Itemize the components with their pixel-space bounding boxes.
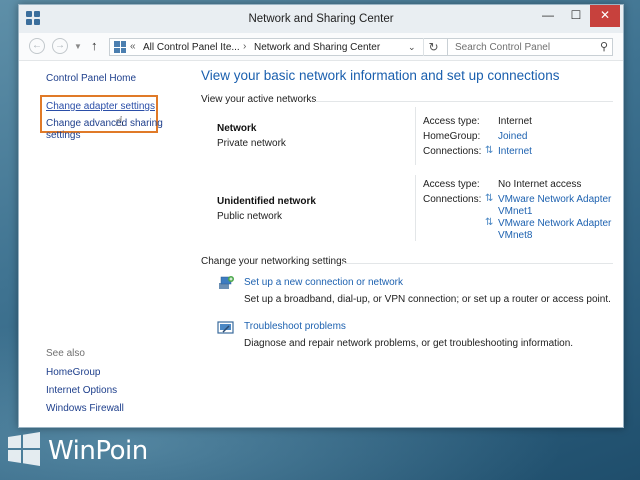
windows-logo-icon bbox=[8, 432, 40, 466]
page-title: View your basic network information and … bbox=[201, 68, 560, 83]
window-title: Network and Sharing Center bbox=[248, 13, 394, 25]
sidebar: Control Panel Home Change adapter settin… bbox=[19, 61, 187, 427]
active-networks-heading: View your active networks bbox=[201, 94, 317, 105]
connections-label: Connections: bbox=[423, 146, 482, 157]
ethernet-icon: ⇅ bbox=[485, 145, 494, 156]
connection-internet-link[interactable]: Internet bbox=[498, 146, 532, 157]
troubleshoot-problems-link[interactable]: Troubleshoot problems bbox=[244, 321, 346, 332]
breadcrumb-network-sharing[interactable]: Network and Sharing Center bbox=[254, 42, 380, 53]
task-description: Set up a broadband, dial-up, or VPN conn… bbox=[244, 294, 611, 305]
watermark-text: WinPoin bbox=[48, 436, 148, 466]
connections-label: Connections: bbox=[423, 194, 482, 205]
breadcrumb-all-control-panel[interactable]: All Control Panel Ite... bbox=[143, 42, 240, 53]
access-type-value: No Internet access bbox=[498, 179, 582, 190]
ethernet-icon: ⇅ bbox=[485, 217, 494, 228]
see-also-windows-firewall[interactable]: Windows Firewall bbox=[46, 403, 124, 414]
see-also-label: See also bbox=[46, 348, 85, 359]
refresh-icon[interactable]: ↻ bbox=[423, 38, 443, 56]
maximize-button[interactable]: ☐ bbox=[562, 5, 590, 27]
close-button[interactable]: ✕ bbox=[590, 5, 620, 27]
access-type-value: Internet bbox=[498, 116, 532, 127]
forward-arrow-icon[interactable]: → bbox=[52, 38, 68, 54]
new-connection-icon bbox=[219, 276, 234, 289]
sidebar-change-advanced-sharing[interactable]: Change advanced sharing settings bbox=[46, 118, 166, 142]
sidebar-control-panel-home[interactable]: Control Panel Home bbox=[46, 73, 136, 84]
address-bar[interactable]: « All Control Panel Ite... › Network and… bbox=[109, 38, 457, 56]
network-name: Network bbox=[217, 123, 257, 134]
connection-vmnet1-link[interactable]: VMware Network Adapter VMnet1 bbox=[498, 194, 618, 218]
divider bbox=[415, 107, 416, 165]
network-sharing-window: Network and Sharing Center — ☐ ✕ ← → ▼ ↑… bbox=[18, 4, 624, 428]
divider bbox=[343, 263, 613, 264]
search-icon[interactable]: ⚲ bbox=[600, 40, 608, 53]
change-settings-heading: Change your networking settings bbox=[201, 256, 347, 267]
title-bar[interactable]: Network and Sharing Center — ☐ ✕ bbox=[19, 5, 623, 33]
access-type-label: Access type: bbox=[423, 179, 480, 190]
winpoin-watermark: WinPoin bbox=[6, 430, 156, 470]
troubleshoot-icon bbox=[217, 321, 234, 334]
sidebar-change-adapter-settings[interactable]: Change adapter settings bbox=[46, 101, 155, 112]
network-type: Private network bbox=[217, 138, 286, 149]
search-input[interactable]: Search Control Panel ⚲ bbox=[447, 38, 613, 56]
address-dropdown-icon[interactable]: ⌄ bbox=[408, 42, 416, 53]
navigation-bar: ← → ▼ ↑ « All Control Panel Ite... › Net… bbox=[19, 33, 623, 61]
content-area: Control Panel Home Change adapter settin… bbox=[19, 61, 623, 427]
connection-vmnet8-link[interactable]: VMware Network Adapter VMnet8 bbox=[498, 218, 618, 242]
see-also-homegroup[interactable]: HomeGroup bbox=[46, 367, 100, 378]
ethernet-icon: ⇅ bbox=[485, 193, 494, 204]
see-also-internet-options[interactable]: Internet Options bbox=[46, 385, 117, 396]
up-arrow-icon[interactable]: ↑ bbox=[91, 38, 98, 53]
main-panel: View your basic network information and … bbox=[201, 61, 613, 427]
network-type: Public network bbox=[217, 211, 283, 222]
hand-cursor-icon: ☝ bbox=[115, 113, 124, 129]
recent-pages-chevron-icon[interactable]: ▼ bbox=[74, 42, 82, 51]
setup-new-connection-link[interactable]: Set up a new connection or network bbox=[244, 277, 403, 288]
homegroup-link[interactable]: Joined bbox=[498, 131, 527, 142]
network-name: Unidentified network bbox=[217, 196, 316, 207]
divider bbox=[415, 175, 416, 241]
back-arrow-icon[interactable]: ← bbox=[29, 38, 45, 54]
access-type-label: Access type: bbox=[423, 116, 480, 127]
control-panel-small-icon bbox=[114, 41, 126, 53]
divider bbox=[315, 101, 613, 102]
search-placeholder: Search Control Panel bbox=[455, 42, 551, 53]
breadcrumb-separator-icon[interactable]: › bbox=[243, 41, 246, 52]
task-description: Diagnose and repair network problems, or… bbox=[244, 338, 574, 349]
minimize-button[interactable]: — bbox=[534, 5, 562, 27]
breadcrumb-overflow-icon[interactable]: « bbox=[130, 41, 136, 52]
homegroup-label: HomeGroup: bbox=[423, 131, 481, 142]
